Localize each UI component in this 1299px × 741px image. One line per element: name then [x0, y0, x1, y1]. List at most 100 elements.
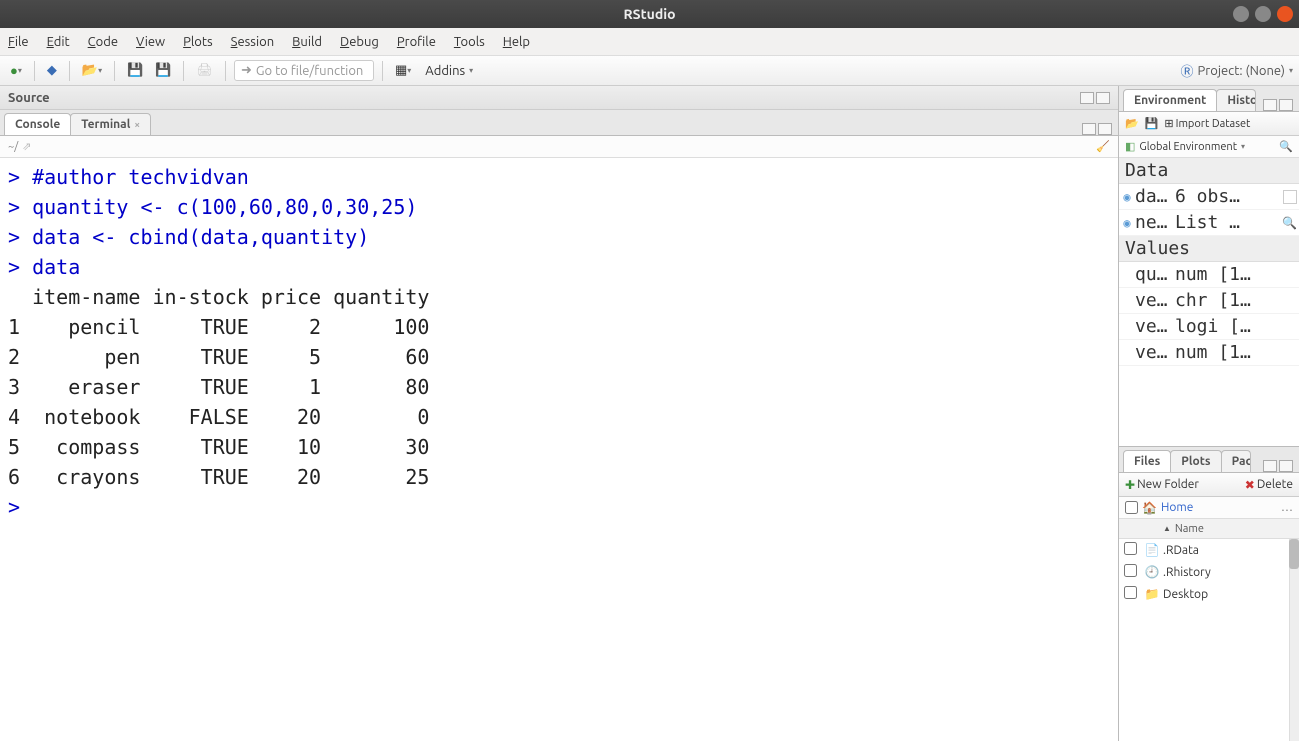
file-checkbox[interactable] [1124, 586, 1137, 599]
files-breadcrumb: 🏠 Home … [1119, 497, 1299, 519]
window-title: RStudio [623, 6, 675, 22]
menu-profile[interactable]: Profile [397, 35, 436, 49]
files-scrollbar[interactable] [1289, 539, 1299, 741]
menu-view[interactable]: View [136, 35, 165, 49]
home-icon[interactable]: 🏠 [1142, 501, 1157, 515]
print-icon: 🖨 [196, 63, 213, 78]
file-row[interactable]: 📁Desktop [1119, 583, 1299, 605]
console-min-button[interactable] [1082, 123, 1096, 135]
console-subtoolbar: ~/ ⇗ 🧹 [0, 136, 1118, 158]
source-max-button[interactable] [1096, 92, 1110, 104]
save-workspace-icon[interactable]: 💾 [1145, 117, 1159, 130]
name-header-label[interactable]: Name [1175, 523, 1204, 535]
go-to-file-input[interactable]: ➜ Go to file/function [234, 60, 374, 81]
main-area: Source Console Terminal × ~/ [0, 86, 1299, 741]
popout-icon[interactable]: ⇗ [22, 140, 31, 153]
tab-plots[interactable]: Plots [1170, 450, 1221, 472]
left-column: Source Console Terminal × ~/ [0, 86, 1119, 741]
env-values-header: Values [1119, 236, 1299, 262]
new-file-button[interactable]: ● ▾ [6, 61, 26, 80]
file-name: .RData [1163, 544, 1299, 557]
rhist-icon: 🕘 [1141, 565, 1163, 579]
cube-icon: ◆ [47, 63, 57, 78]
source-min-button[interactable] [1080, 92, 1094, 104]
env-max-button[interactable] [1279, 99, 1293, 111]
menu-session[interactable]: Session [231, 35, 274, 49]
files-table-header: ▲ Name [1119, 519, 1299, 539]
env-data-item[interactable]: ◉da…6 obs… [1119, 184, 1299, 210]
menu-file[interactable]: File [8, 35, 29, 49]
files-min-button[interactable] [1263, 460, 1277, 472]
tab-terminal[interactable]: Terminal × [70, 113, 151, 135]
env-scope-label[interactable]: Global Environment [1139, 141, 1237, 153]
tab-files[interactable]: Files [1123, 450, 1171, 472]
open-file-button[interactable]: 📂 ▾ [78, 61, 106, 80]
plus-icon: ● [10, 63, 18, 78]
env-data-item[interactable]: ◉ne…List …🔍 [1119, 210, 1299, 236]
console-output[interactable]: > #author techvidvan > quantity <- c(100… [0, 158, 1118, 741]
scope-icon: ◧ [1125, 140, 1135, 153]
file-name: Desktop [1163, 588, 1299, 601]
env-data-header: Data [1119, 158, 1299, 184]
tab-history[interactable]: History [1216, 89, 1256, 111]
menu-build[interactable]: Build [292, 35, 322, 49]
import-dataset-button[interactable]: ⊞ Import Dataset [1164, 117, 1250, 130]
files-pane: Files Plots Packages ✚ New Folder [1119, 446, 1299, 741]
env-value-item[interactable]: ◉qu…num [1… [1119, 262, 1299, 288]
rdata-icon: 📄 [1141, 543, 1163, 557]
broom-icon[interactable]: 🧹 [1096, 140, 1110, 153]
menu-bar: File Edit Code View Plots Session Build Debug Pr… [0, 28, 1299, 56]
maximize-button[interactable] [1255, 6, 1271, 22]
file-row[interactable]: 📄.RData [1119, 539, 1299, 561]
files-toolbar: ✚ New Folder ✖ Delete [1119, 473, 1299, 497]
files-list: 📄.RData🕘.Rhistory📁Desktop [1119, 539, 1299, 741]
menu-edit[interactable]: Edit [47, 35, 70, 49]
tab-plots-label: Plots [1181, 455, 1210, 468]
file-row[interactable]: 🕘.Rhistory [1119, 561, 1299, 583]
new-folder-button[interactable]: ✚ New Folder [1125, 478, 1199, 492]
console-tabs: Console Terminal × [0, 110, 1118, 136]
print-button[interactable]: 🖨 [192, 61, 217, 80]
files-max-button[interactable] [1279, 460, 1293, 472]
sort-asc-icon[interactable]: ▲ [1163, 524, 1171, 533]
new-folder-label: New Folder [1137, 478, 1199, 491]
close-icon[interactable]: × [134, 119, 140, 130]
tab-console[interactable]: Console [4, 113, 71, 135]
grid-button[interactable]: ▦ ▾ [391, 61, 415, 80]
tab-environment-label: Environment [1134, 94, 1206, 107]
load-workspace-icon[interactable]: 📂 [1125, 117, 1139, 130]
save-all-button[interactable]: 💾 [151, 61, 175, 80]
right-column: Environment History 📂 💾 ⊞ Import Dataset [1119, 86, 1299, 741]
file-checkbox[interactable] [1124, 564, 1137, 577]
more-button[interactable]: … [1281, 501, 1293, 514]
project-selector[interactable]: Ⓡ Project: (None) ▾ [1181, 61, 1293, 80]
file-checkbox[interactable] [1124, 542, 1137, 555]
addins-label: Addins [425, 64, 465, 78]
console-max-button[interactable] [1098, 123, 1112, 135]
menu-help[interactable]: Help [503, 35, 530, 49]
close-button[interactable] [1277, 6, 1293, 22]
addins-menu[interactable]: Addins ▾ [419, 62, 479, 80]
env-value-item[interactable]: ◉ve…num [1… [1119, 340, 1299, 366]
file-name: .Rhistory [1163, 566, 1299, 579]
home-label[interactable]: Home [1161, 501, 1193, 514]
new-project-button[interactable]: ◆ [43, 61, 61, 80]
env-value-item[interactable]: ◉ve…chr [1… [1119, 288, 1299, 314]
tab-history-label: History [1227, 94, 1256, 107]
menu-tools[interactable]: Tools [454, 35, 485, 49]
tab-packages[interactable]: Packages [1221, 450, 1251, 472]
menu-code[interactable]: Code [88, 35, 118, 49]
delete-button[interactable]: ✖ Delete [1245, 478, 1293, 492]
menu-debug[interactable]: Debug [340, 35, 379, 49]
select-all-checkbox[interactable] [1125, 501, 1138, 514]
save-button[interactable]: 💾 [123, 61, 147, 80]
source-pane-title: Source [8, 91, 50, 105]
minimize-button[interactable] [1233, 6, 1249, 22]
env-min-button[interactable] [1263, 99, 1277, 111]
environment-pane: Environment History 📂 💾 ⊞ Import Dataset [1119, 86, 1299, 446]
search-icon[interactable]: 🔍 [1279, 140, 1293, 153]
main-toolbar: ● ▾ ◆ 📂 ▾ 💾 💾 🖨 ➜ Go to file/function ▦ … [0, 56, 1299, 86]
menu-plots[interactable]: Plots [183, 35, 213, 49]
env-value-item[interactable]: ◉ve…logi [… [1119, 314, 1299, 340]
tab-environment[interactable]: Environment [1123, 89, 1217, 111]
